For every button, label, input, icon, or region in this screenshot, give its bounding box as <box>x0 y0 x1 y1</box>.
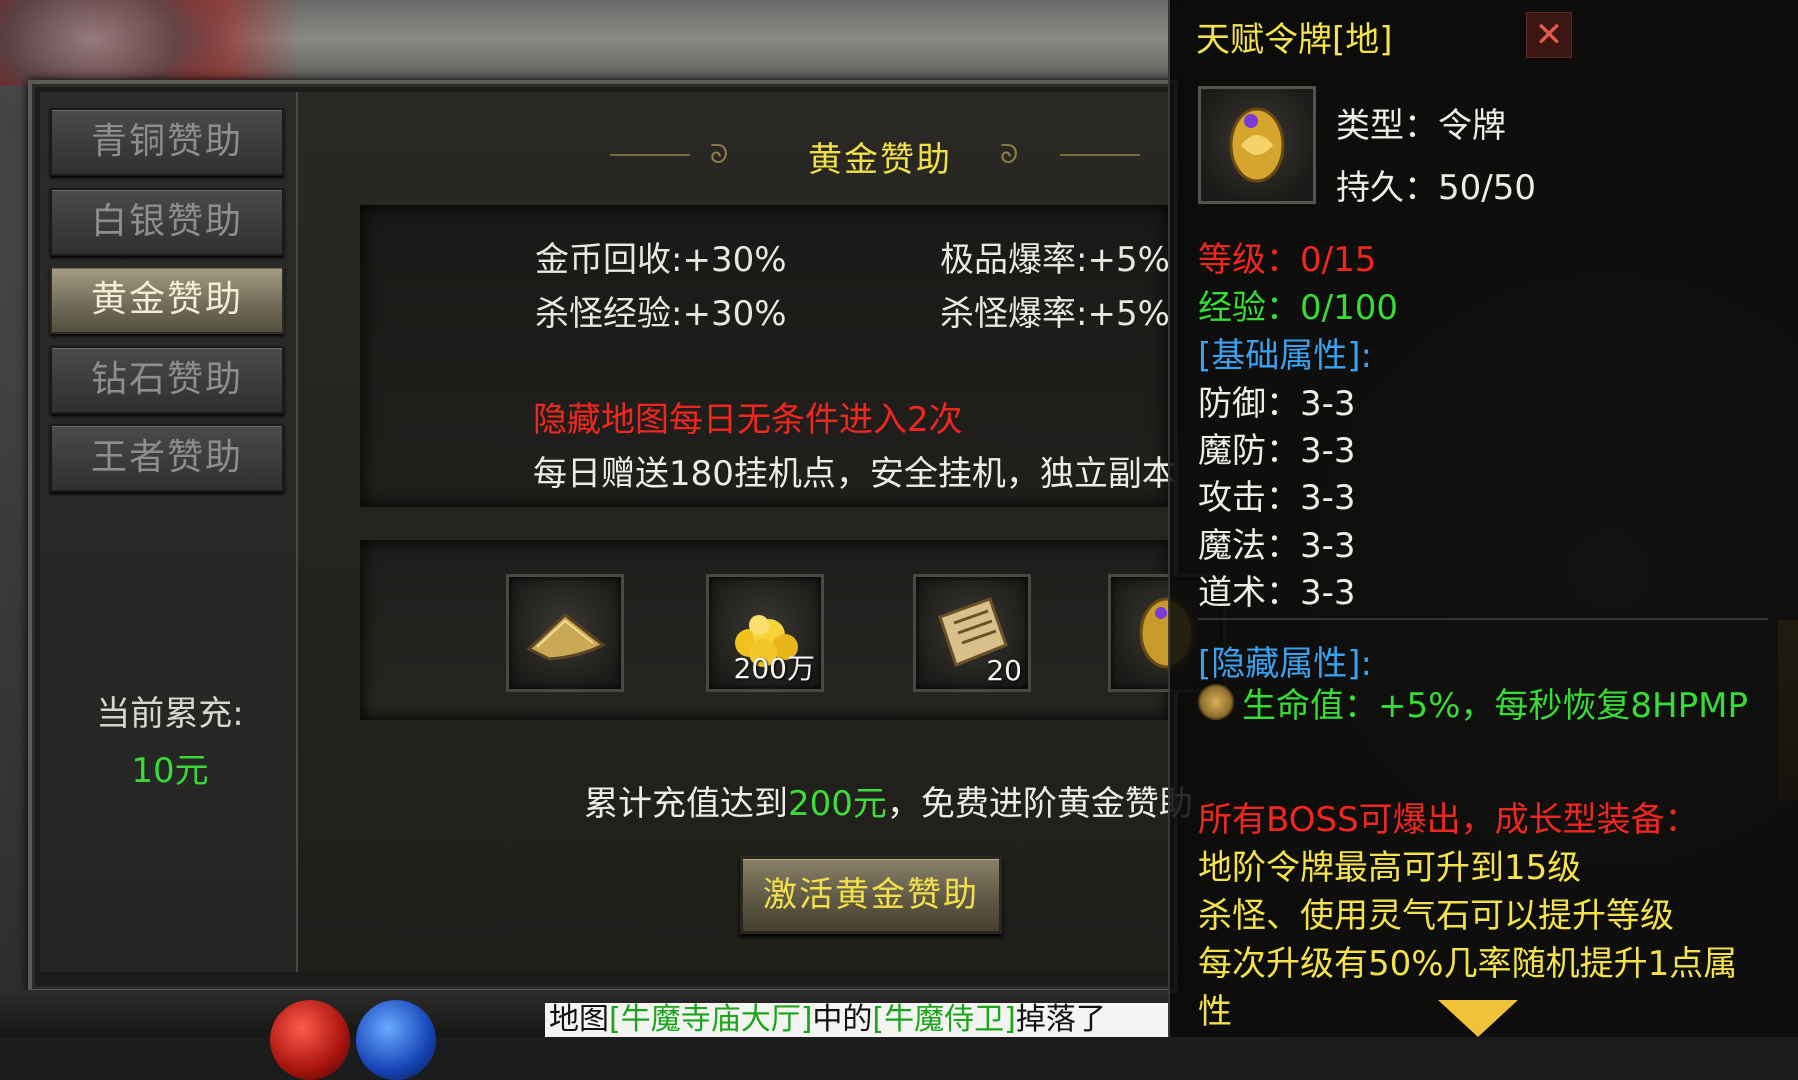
activate-gold-sponsor-button[interactable]: 激活黄金赞助 <box>740 856 1002 934</box>
tooltip-desc-line: 每次升级有50%几率随机提升1点属 <box>1198 944 1738 984</box>
stat-label: 杀怪爆率: <box>940 294 1088 334</box>
tooltip-attr-magic-defense: 魔防：3-3 <box>1198 431 1356 471</box>
perk-idle-points: 每日赠送180挂机点，安全挂机，独立副本 <box>533 454 1176 494</box>
chat-map-link[interactable]: [牛魔寺庙大厅] <box>609 1003 812 1037</box>
tooltip-attr-defense: 防御：3-3 <box>1198 384 1356 424</box>
tooltip-attr-attack: 攻击：3-3 <box>1198 478 1356 518</box>
tooltip-attr-magic: 魔法：3-3 <box>1198 526 1356 566</box>
stat-value: +5% <box>1087 294 1170 334</box>
close-button[interactable]: ✕ <box>1526 12 1572 58</box>
tab-silver-sponsor[interactable]: 白银赞助 <box>50 188 284 256</box>
title-knot-right-icon: ᘐ <box>1000 140 1019 170</box>
current-recharge-label: 当前累充: <box>96 694 244 734</box>
hp-orb-icon <box>270 1000 350 1080</box>
tooltip-drop-note: 所有BOSS可爆出，成长型装备： <box>1198 800 1699 840</box>
current-recharge-value: 10元 <box>131 751 209 791</box>
stat-label: 极品爆率: <box>940 240 1088 280</box>
stat-value: +30% <box>682 294 787 334</box>
reward-slot-hat[interactable] <box>506 574 624 692</box>
reward-count: 200万 <box>733 652 815 685</box>
tooltip-base-header: [基础属性]: <box>1198 336 1372 376</box>
upgrade-condition: 累计充值达到200元，免费进阶黄金赞助 <box>584 776 1193 825</box>
system-chat-message: 地图[牛魔寺庙大厅]中的[牛魔侍卫]掉落了 <box>545 1003 1169 1037</box>
stat-label: 金币回收: <box>535 240 683 280</box>
tab-diamond-sponsor[interactable]: 钻石赞助 <box>50 346 284 414</box>
mp-orb-icon <box>356 1000 436 1080</box>
tooltip-desc-line: 地阶令牌最高可升到15级 <box>1198 848 1582 888</box>
seal-icon <box>1198 684 1234 720</box>
tooltip-type: 类型：令牌 <box>1336 106 1506 146</box>
tab-gold-sponsor[interactable]: 黄金赞助 <box>50 266 284 334</box>
title-divider-left <box>610 154 690 156</box>
title-divider-right <box>1060 154 1140 156</box>
stat-label: 杀怪经验: <box>535 294 683 334</box>
condition-prefix: 累计充值达到 <box>584 784 788 824</box>
tooltip-item-slot <box>1198 86 1316 204</box>
stat-kill-drop: 杀怪爆率:+5% <box>940 286 1170 335</box>
stat-kill-exp: 杀怪经验:+30% <box>535 286 787 335</box>
tooltip-desc-line: 性 <box>1198 992 1232 1032</box>
stat-gold-recycle: 金币回收:+30% <box>535 232 787 281</box>
tooltip-desc-line: 杀怪、使用灵气石可以提升等级 <box>1198 896 1674 936</box>
tooltip-durability: 持久：50/50 <box>1336 168 1536 208</box>
reward-slot-gold[interactable]: 200万 <box>706 574 824 692</box>
hat-icon <box>526 613 606 661</box>
chevron-down-icon[interactable] <box>1438 1000 1518 1037</box>
tooltip-attr-taoism: 道术：3-3 <box>1198 573 1356 613</box>
tooltip-title: 天赋令牌[地] <box>1196 20 1393 60</box>
condition-suffix: ，免费进阶黄金赞助 <box>886 784 1193 824</box>
tooltip-exp: 经验：0/100 <box>1198 288 1398 328</box>
tab-king-sponsor[interactable]: 王者赞助 <box>50 424 284 492</box>
condition-amount: 200元 <box>788 784 887 824</box>
page-title: 黄金赞助 <box>808 140 952 180</box>
tooltip-level: 等级：0/15 <box>1198 240 1377 280</box>
chat-middle: 中的 <box>812 1003 873 1037</box>
token-icon <box>1229 107 1285 183</box>
stat-value: +30% <box>682 240 787 280</box>
stat-value: +5% <box>1087 240 1170 280</box>
reward-slot-scroll[interactable]: 20 <box>913 574 1031 692</box>
perk-hidden-map: 隐藏地图每日无条件进入2次 <box>533 400 963 440</box>
tab-bronze-sponsor[interactable]: 青铜赞助 <box>50 108 284 176</box>
stat-rare-drop: 极品爆率:+5% <box>940 232 1170 281</box>
chat-prefix: 地图 <box>549 1003 609 1037</box>
tooltip-hidden-attr: 生命值：+5%，每秒恢复8HPMP <box>1242 686 1748 726</box>
tooltip-divider <box>1198 618 1768 620</box>
chat-monster-link[interactable]: [牛魔侍卫] <box>872 1003 1015 1037</box>
chat-suffix: 掉落了 <box>1015 1003 1106 1037</box>
reward-count: 20 <box>986 654 1022 687</box>
title-knot-left-icon: ᘐ <box>710 140 729 170</box>
